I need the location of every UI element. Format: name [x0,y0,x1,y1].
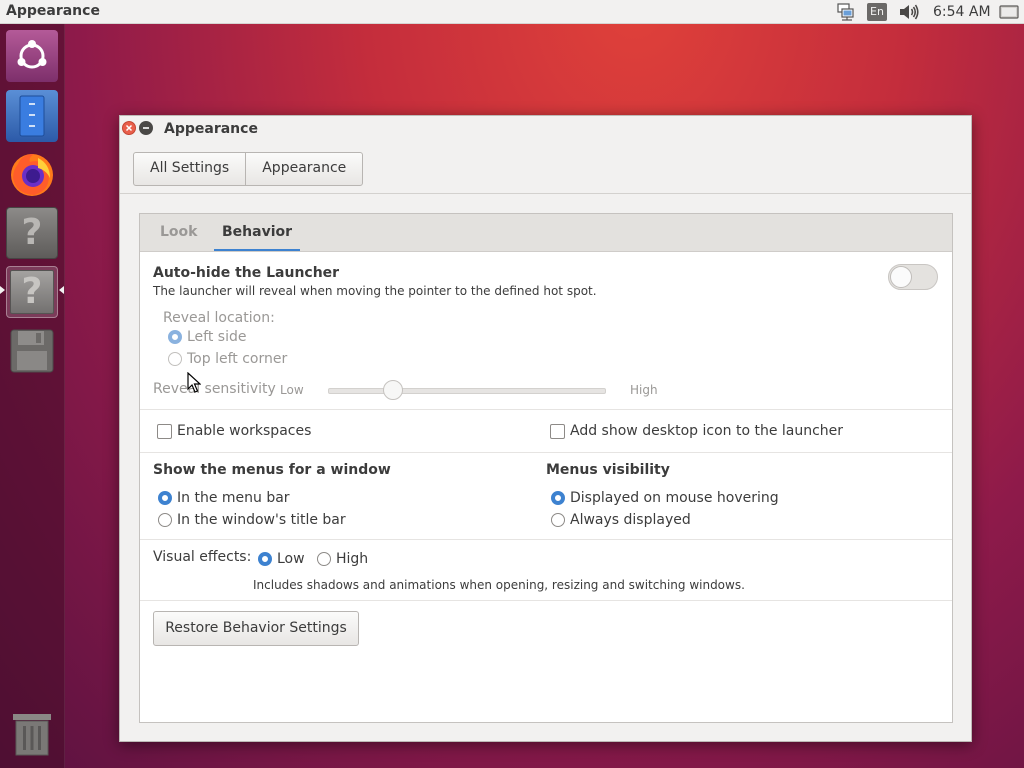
effects-description: Includes shadows and animations when ope… [253,578,745,592]
tab-look[interactable]: Look [160,214,197,251]
tab-strip: Look Behavior [140,214,952,252]
section-divider [140,409,952,410]
menus-in-menubar-label[interactable]: In the menu bar [177,490,290,506]
menus-visibility-title: Menus visibility [546,462,670,478]
window-title: Appearance [164,121,258,137]
running-indicator [0,286,5,294]
top-panel-app-title: Appearance [6,3,100,19]
menus-in-titlebar-radio[interactable] [158,513,172,527]
tab-behavior[interactable]: Behavior [214,214,300,251]
keyboard-layout-label: En [867,3,887,21]
network-icon[interactable] [834,2,856,22]
effects-high-label[interactable]: High [336,551,368,567]
unknown-app-icon[interactable]: ? [6,207,58,259]
menus-in-titlebar-label[interactable]: In the window's title bar [177,512,346,528]
window-titlebar[interactable]: Appearance [120,116,971,144]
visibility-always-label[interactable]: Always displayed [570,512,691,528]
question-mark-glyph: ? [21,212,43,253]
launcher: ? ? [0,24,65,768]
visual-effects-label: Visual effects: [153,549,252,565]
system-menu-icon[interactable] [998,2,1020,22]
section-divider [140,600,952,601]
menus-in-menubar-radio[interactable] [158,491,172,505]
mouse-pointer-icon [187,372,201,393]
autohide-toggle[interactable] [888,264,938,290]
enable-workspaces-checkbox[interactable] [157,424,172,439]
visibility-always-radio[interactable] [551,513,565,527]
reveal-left-side-label[interactable]: Left side [187,329,246,345]
keyboard-layout-icon[interactable]: En [867,2,887,22]
reveal-top-left-label[interactable]: Top left corner [187,351,287,367]
restore-behavior-button[interactable]: Restore Behavior Settings [153,611,359,646]
header-separator [120,193,971,194]
visibility-hover-radio[interactable] [551,491,565,505]
close-icon [125,124,133,132]
minimize-icon [143,127,149,129]
section-divider [140,452,952,453]
reveal-sensitivity-label: Reveal sensitivity [153,381,276,397]
effects-low-radio[interactable] [258,552,272,566]
show-desktop-checkbox[interactable] [550,424,565,439]
appearance-app-tile: ? [10,270,54,314]
appearance-app-icon[interactable]: ? [6,266,58,318]
appearance-window: Appearance All Settings Appearance Look … [119,115,972,742]
reveal-left-side-radio[interactable] [168,330,182,344]
clock[interactable]: 6:54 AM [933,4,991,20]
reveal-top-left-radio[interactable] [168,352,182,366]
volume-icon[interactable] [897,2,921,22]
autohide-title: Auto-hide the Launcher [153,265,340,281]
question-mark-glyph: ? [21,271,43,312]
toggle-knob [890,266,912,288]
enable-workspaces-label[interactable]: Enable workspaces [177,423,311,439]
sensitivity-slider-thumb[interactable] [383,380,403,400]
save-disk-icon[interactable] [6,325,58,377]
section-divider [140,539,952,540]
minimize-window-button[interactable] [139,121,153,135]
close-window-button[interactable] [122,121,136,135]
autohide-description: The launcher will reveal when moving the… [153,284,597,298]
firefox-icon[interactable] [6,148,58,200]
sensitivity-low-label: Low [280,383,304,397]
effects-low-label[interactable]: Low [277,551,305,567]
visibility-hover-label[interactable]: Displayed on mouse hovering [570,490,779,506]
show-desktop-label[interactable]: Add show desktop icon to the launcher [570,423,843,439]
menus-window-title: Show the menus for a window [153,462,391,478]
trash-icon[interactable] [6,708,58,760]
breadcrumb-all-settings[interactable]: All Settings [134,153,245,185]
sensitivity-slider-track[interactable] [328,388,606,394]
settings-notebook: Look Behavior Auto-hide the Launcher The… [139,213,953,723]
breadcrumb-appearance[interactable]: Appearance [245,153,362,185]
top-panel: Appearance En 6:54 AM [0,0,1024,24]
effects-high-radio[interactable] [317,552,331,566]
sensitivity-high-label: High [630,383,658,397]
focus-indicator [59,286,64,294]
ubuntu-dash-icon[interactable] [6,30,58,82]
files-icon[interactable] [6,90,58,142]
breadcrumb: All Settings Appearance [133,152,364,186]
reveal-location-label: Reveal location: [163,310,275,326]
